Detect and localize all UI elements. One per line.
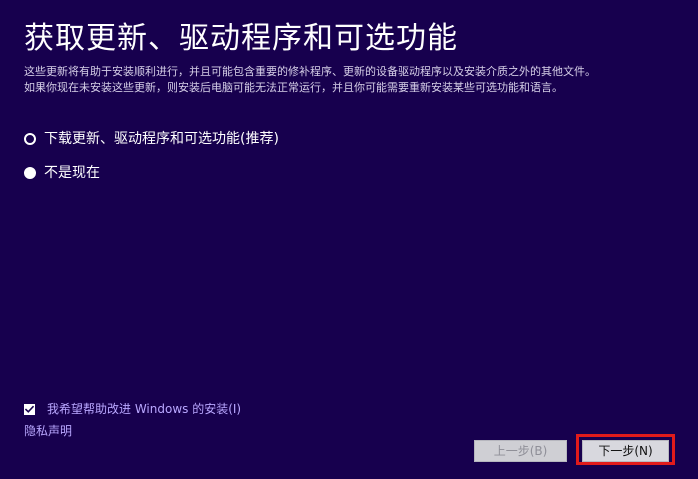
description-line-2: 如果你现在未安装这些更新，则安装后电脑可能无法正常运行，并且你可能需要重新安装某… xyxy=(24,81,563,94)
next-button[interactable]: 下一步(N) xyxy=(582,440,669,462)
help-improve-checkbox-row[interactable]: 我希望帮助改进 Windows 的安装(I) xyxy=(24,401,241,417)
description: 这些更新将有助于安装顺利进行，并且可能包含重要的修补程序、更新的设备驱动程序以及… xyxy=(24,64,678,96)
radio-unselected-icon[interactable] xyxy=(24,167,36,179)
back-button[interactable]: 上一步(B) xyxy=(474,440,567,462)
next-button-highlight: 下一步(N) xyxy=(576,434,675,465)
download-updates-option[interactable]: 下载更新、驱动程序和可选功能(推荐) xyxy=(24,129,279,149)
privacy-statement-link[interactable]: 隐私声明 xyxy=(24,423,72,439)
not-now-option[interactable]: 不是现在 xyxy=(24,163,100,183)
checkbox-icon[interactable] xyxy=(24,403,35,415)
help-improve-label[interactable]: 我希望帮助改进 Windows 的安装(I) xyxy=(47,401,241,417)
windows-setup-page: 获取更新、驱动程序和可选功能 这些更新将有助于安装顺利进行，并且可能包含重要的修… xyxy=(0,0,698,479)
not-now-label: 不是现在 xyxy=(44,165,100,181)
radio-selected-icon[interactable] xyxy=(24,133,36,145)
description-line-1: 这些更新将有助于安装顺利进行，并且可能包含重要的修补程序、更新的设备驱动程序以及… xyxy=(24,65,596,78)
page-title: 获取更新、驱动程序和可选功能 xyxy=(24,21,458,56)
download-updates-label: 下载更新、驱动程序和可选功能(推荐) xyxy=(44,131,279,147)
check-icon xyxy=(25,405,34,413)
